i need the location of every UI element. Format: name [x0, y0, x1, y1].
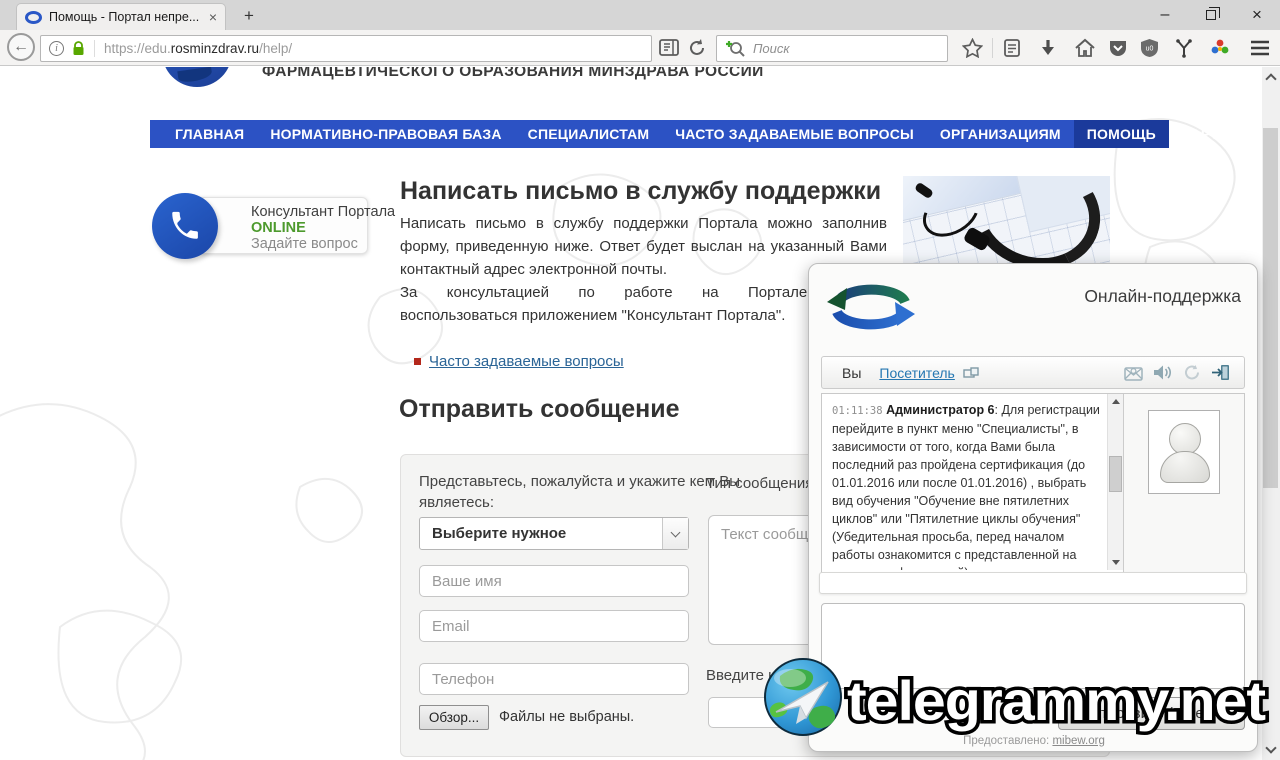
main-navigation: ГЛАВНАЯ НОРМАТИВНО-ПРАВОВАЯ БАЗА СПЕЦИАЛ…: [150, 120, 1262, 148]
nav-item-normativnaya-baza[interactable]: НОРМАТИВНО-ПРАВОВАЯ БАЗА: [257, 120, 514, 148]
downloads-icon[interactable]: [1038, 38, 1060, 58]
consultant-title: Консультант Портала: [251, 204, 396, 220]
chevron-down-icon: [670, 527, 681, 537]
message-history[interactable]: 01:11:38 Администратор 6: Для регистраци…: [822, 394, 1108, 570]
title-bar: Помощь - Портал непре... × + – ×: [0, 0, 1280, 30]
browse-file-button[interactable]: Обзор...: [419, 705, 489, 730]
nav-item-specialistam[interactable]: СПЕЦИАЛИСТАМ: [515, 120, 663, 148]
restore-icon: [1206, 7, 1220, 20]
exit-chat-icon[interactable]: [1211, 364, 1230, 381]
chat-title: Онлайн-поддержка: [1084, 286, 1241, 306]
faq-list-item: Часто задаваемые вопросы: [414, 353, 624, 370]
new-tab-button[interactable]: +: [238, 5, 260, 27]
search-placeholder: Поиск: [753, 41, 790, 56]
page-info-icon[interactable]: i: [49, 41, 64, 56]
nav-item-pomosch-active[interactable]: ПОМОЩЬ: [1073, 120, 1169, 148]
window-controls: – ×: [1142, 0, 1280, 30]
file-status-text: Файлы не выбраны.: [499, 709, 635, 725]
message-placeholder: Текст сообще: [721, 526, 817, 543]
url-divider: [94, 40, 95, 57]
phone-icon[interactable]: [152, 193, 218, 259]
svg-text:u0: u0: [1146, 46, 1154, 53]
tab-favicon-icon: [25, 10, 42, 24]
operator-avatar: [1148, 410, 1221, 494]
nav-item-faq[interactable]: ЧАСТО ЗАДАВАЕМЫЕ ВОПРОСЫ: [662, 120, 927, 148]
bookmarks-list-icon[interactable]: [1002, 38, 1024, 58]
email-field[interactable]: [419, 610, 689, 642]
chat-scroll-down-icon[interactable]: [1112, 560, 1121, 565]
message-timestamp: 01:11:38: [832, 405, 883, 417]
chat-status-strip: [819, 572, 1247, 594]
chat-toolbar: Вы Посетитель: [821, 356, 1245, 389]
name-field[interactable]: [419, 565, 689, 597]
list-bullet-icon: [414, 358, 421, 365]
tab-close-icon[interactable]: ×: [209, 9, 217, 25]
nav-item-glavnaya[interactable]: ГЛАВНАЯ: [162, 120, 257, 148]
tab-title: Помощь - Портал непре...: [49, 10, 200, 24]
page-title: Написать письмо в службу поддержки: [400, 177, 882, 205]
role-select[interactable]: Выберите нужное: [419, 517, 689, 550]
url-bar[interactable]: i https://edu.rosminzdrav.ru/help/: [40, 35, 652, 62]
you-label: Вы: [842, 364, 862, 381]
close-button[interactable]: ×: [1234, 0, 1280, 30]
faq-link[interactable]: Часто задаваемые вопросы: [429, 353, 624, 370]
scrollbar-thumb[interactable]: [1263, 128, 1278, 488]
nav-item-organizaciyam[interactable]: ОРГАНИЗАЦИЯМ: [927, 120, 1074, 148]
watermark: telegrammy.net: [762, 656, 1274, 748]
person-icon-body: [1160, 451, 1211, 483]
form-title: Отправить сообщение: [399, 395, 680, 423]
chat-scrollbar[interactable]: [1107, 394, 1124, 570]
role-select-value: Выберите нужное: [432, 525, 567, 542]
mibew-logo-icon: [825, 280, 917, 336]
reload-icon[interactable]: [687, 38, 709, 58]
rename-icon[interactable]: [963, 366, 979, 380]
ssl-lock-icon[interactable]: [72, 41, 85, 56]
consultant-widget[interactable]: Консультант Портала ONLINE Задайте вопро…: [198, 197, 396, 254]
avatar-panel: [1123, 394, 1245, 592]
search-icon[interactable]: [725, 40, 747, 58]
pinwheel-extension-icon[interactable]: [1210, 38, 1232, 58]
watermark-globe-icon: [764, 658, 842, 736]
message-column: 01:11:38 Администратор 6: Для регистраци…: [822, 394, 1107, 592]
sound-icon[interactable]: [1153, 364, 1173, 381]
chat-scrollbar-thumb[interactable]: [1109, 456, 1123, 492]
back-button[interactable]: ←: [7, 33, 35, 61]
message-author: Администратор 6: [886, 403, 995, 417]
chat-main-area: 01:11:38 Администратор 6: Для регистраци…: [821, 393, 1245, 593]
message-text: Для регистрации перейдите в пункт меню "…: [832, 403, 1100, 570]
message-type-label: Тип сообщения: [706, 475, 814, 492]
reader-mode-icon[interactable]: [658, 38, 680, 58]
site-header-text: ФАРМАЦЕВТИЧЕСКОГО ОБРАЗОВАНИЯ МИНЗДРАВА …: [262, 67, 764, 80]
refresh-icon[interactable]: [1183, 364, 1201, 381]
phone-field[interactable]: [419, 663, 689, 695]
minimize-button[interactable]: –: [1142, 0, 1188, 30]
search-bar[interactable]: Поиск: [716, 35, 948, 62]
watermark-text: telegrammy.net: [847, 669, 1265, 732]
mail-history-icon[interactable]: [1124, 365, 1143, 381]
browser-window: Помощь - Портал непре... × + – × ← i htt…: [0, 0, 1280, 760]
watermark-text-graphic: telegrammy.net: [844, 666, 1270, 736]
select-dropdown-button[interactable]: [662, 518, 688, 549]
ublock-shield-icon[interactable]: u0: [1140, 38, 1162, 58]
consultant-online-status: ONLINE: [251, 220, 306, 236]
consultant-ask-label: Задайте вопрос: [251, 236, 358, 252]
bookmark-star-icon[interactable]: [962, 38, 984, 58]
scroll-up-icon[interactable]: [1265, 73, 1277, 85]
fork-extension-icon[interactable]: [1174, 38, 1196, 58]
pocket-icon[interactable]: [1108, 38, 1130, 58]
toolbar-divider: [992, 38, 993, 58]
visitor-name-link[interactable]: Посетитель: [879, 365, 954, 381]
home-icon[interactable]: [1074, 38, 1096, 58]
menu-hamburger-icon[interactable]: [1248, 38, 1274, 58]
restore-button[interactable]: [1188, 0, 1234, 30]
url-text[interactable]: https://edu.rosminzdrav.ru/help/: [104, 41, 292, 56]
chat-scroll-up-icon[interactable]: [1112, 399, 1121, 404]
browser-tab[interactable]: Помощь - Портал непре... ×: [16, 3, 226, 30]
headset-mic: [914, 181, 934, 200]
nav-item-karta-sayta[interactable]: КАРТА САЙТА: [1169, 120, 1262, 148]
navigation-toolbar: ← i https://edu.rosminzdrav.ru/help/ Пои…: [0, 30, 1280, 66]
